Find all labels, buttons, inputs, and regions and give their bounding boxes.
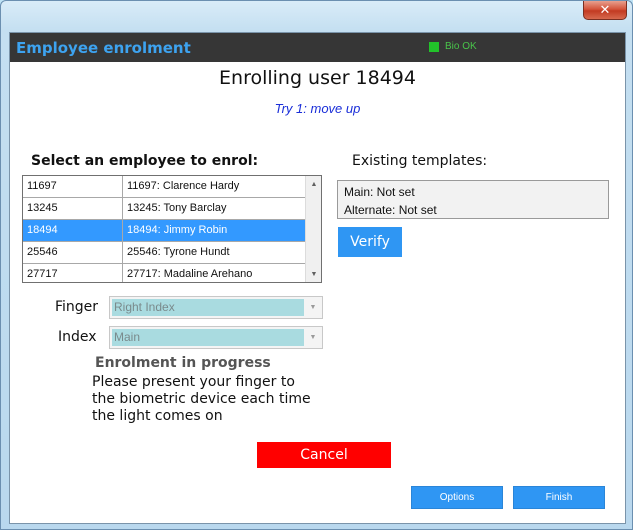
- employee-name: 11697: Clarence Hardy: [127, 180, 240, 192]
- index-select[interactable]: Main ▼: [109, 326, 323, 349]
- verify-button[interactable]: Verify: [338, 227, 402, 257]
- chevron-down-icon: ▼: [309, 304, 317, 311]
- bio-status-label: Bio OK: [445, 41, 477, 52]
- window-close-button[interactable]: ✕: [583, 1, 627, 20]
- finish-button[interactable]: Finish: [513, 486, 605, 509]
- finger-select-value: Right Index: [112, 299, 304, 316]
- employee-list-label: Select an employee to enrol:: [31, 153, 259, 169]
- bio-status: Bio OK: [429, 41, 477, 52]
- finger-select[interactable]: Right Index ▼: [109, 296, 323, 319]
- dialog-titlebar: Employee enrolment Bio OK: [10, 33, 625, 62]
- list-item-selected[interactable]: 18494 18494: Jimmy Robin: [23, 220, 305, 242]
- employee-name: 27717: Madaline Arehano: [127, 268, 253, 280]
- employee-id: 25546: [23, 242, 123, 263]
- templates-panel: Main: Not set Alternate: Not set: [337, 180, 609, 219]
- employee-name: 25546: Tyrone Hundt: [127, 246, 230, 258]
- employee-list[interactable]: 11697 11697: Clarence Hardy 13245 13245:…: [22, 175, 322, 283]
- dialog-title: Employee enrolment: [16, 39, 191, 57]
- close-icon: ✕: [599, 2, 611, 18]
- scroll-up-icon[interactable]: ▲: [306, 176, 321, 192]
- index-select-value: Main: [112, 329, 304, 346]
- employee-name: 13245: Tony Barclay: [127, 202, 227, 214]
- cancel-button[interactable]: Cancel: [257, 442, 391, 468]
- list-item[interactable]: 25546 25546: Tyrone Hundt: [23, 242, 305, 264]
- application-window: ✕ Employee enrolment Bio OK Enrolling us…: [0, 0, 633, 530]
- alternate-template-status: Alternate: Not set: [344, 203, 437, 217]
- enrolment-instructions: Please present your finger to the biomet…: [92, 374, 311, 424]
- options-button[interactable]: Options: [411, 486, 503, 509]
- page-title: Enrolling user 18494: [219, 67, 416, 89]
- finger-label: Finger: [55, 299, 99, 315]
- scroll-down-icon[interactable]: ▼: [306, 266, 321, 282]
- attempt-instruction: Try 1: move up: [274, 101, 361, 116]
- chevron-down-icon: ▼: [309, 334, 317, 341]
- index-label: Index: [58, 329, 97, 345]
- templates-label: Existing templates:: [352, 153, 488, 169]
- list-item[interactable]: 13245 13245: Tony Barclay: [23, 198, 305, 220]
- employee-name: 18494: Jimmy Robin: [127, 224, 228, 236]
- employee-id: 13245: [23, 198, 123, 219]
- employee-id: 11697: [23, 176, 123, 197]
- list-item[interactable]: 27717 27717: Madaline Arehano: [23, 264, 305, 282]
- main-template-status: Main: Not set: [344, 185, 415, 199]
- enrolment-status-title: Enrolment in progress: [95, 355, 271, 371]
- list-item[interactable]: 11697 11697: Clarence Hardy: [23, 176, 305, 198]
- status-indicator-icon: [429, 41, 439, 52]
- employee-id: 27717: [23, 264, 123, 282]
- employee-id: 18494: [23, 220, 123, 241]
- enrolment-dialog: Employee enrolment Bio OK Enrolling user…: [9, 32, 626, 524]
- list-scrollbar[interactable]: ▲ ▼: [305, 176, 321, 282]
